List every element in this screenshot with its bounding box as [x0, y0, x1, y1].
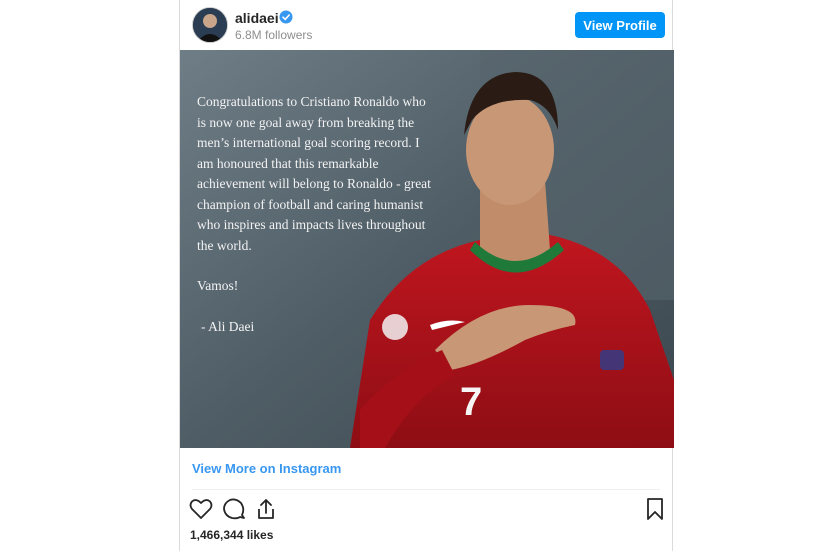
heart-icon[interactable] [188, 496, 214, 522]
avatar[interactable] [192, 7, 228, 43]
view-profile-button[interactable]: View Profile [575, 12, 665, 38]
instagram-embed-card: alidaei 6.8M followers View Profile 7 Co… [179, 0, 674, 551]
follower-count: 6.8M followers [235, 28, 313, 42]
jersey-number: 7 [460, 380, 483, 424]
like-count[interactable]: 1,466,344 likes [190, 528, 273, 542]
caption-exclamation: Vamos! [197, 278, 239, 293]
share-icon[interactable] [253, 496, 279, 522]
image-caption-text: Congratulations to Cristiano Ronaldo who… [197, 92, 437, 357]
post-header: alidaei 6.8M followers View Profile [180, 0, 672, 50]
caption-paragraph: Congratulations to Cristiano Ronaldo who… [197, 94, 431, 253]
comment-icon[interactable] [221, 496, 247, 522]
post-image[interactable]: 7 Congratulations to Cristiano Ronaldo w… [180, 50, 674, 448]
divider [192, 489, 660, 490]
caption-signature: - Ali Daei [201, 318, 255, 334]
username[interactable]: alidaei [235, 10, 279, 26]
verified-icon [279, 10, 293, 24]
bookmark-icon[interactable] [642, 496, 668, 522]
view-more-link[interactable]: View More on Instagram [192, 461, 341, 476]
